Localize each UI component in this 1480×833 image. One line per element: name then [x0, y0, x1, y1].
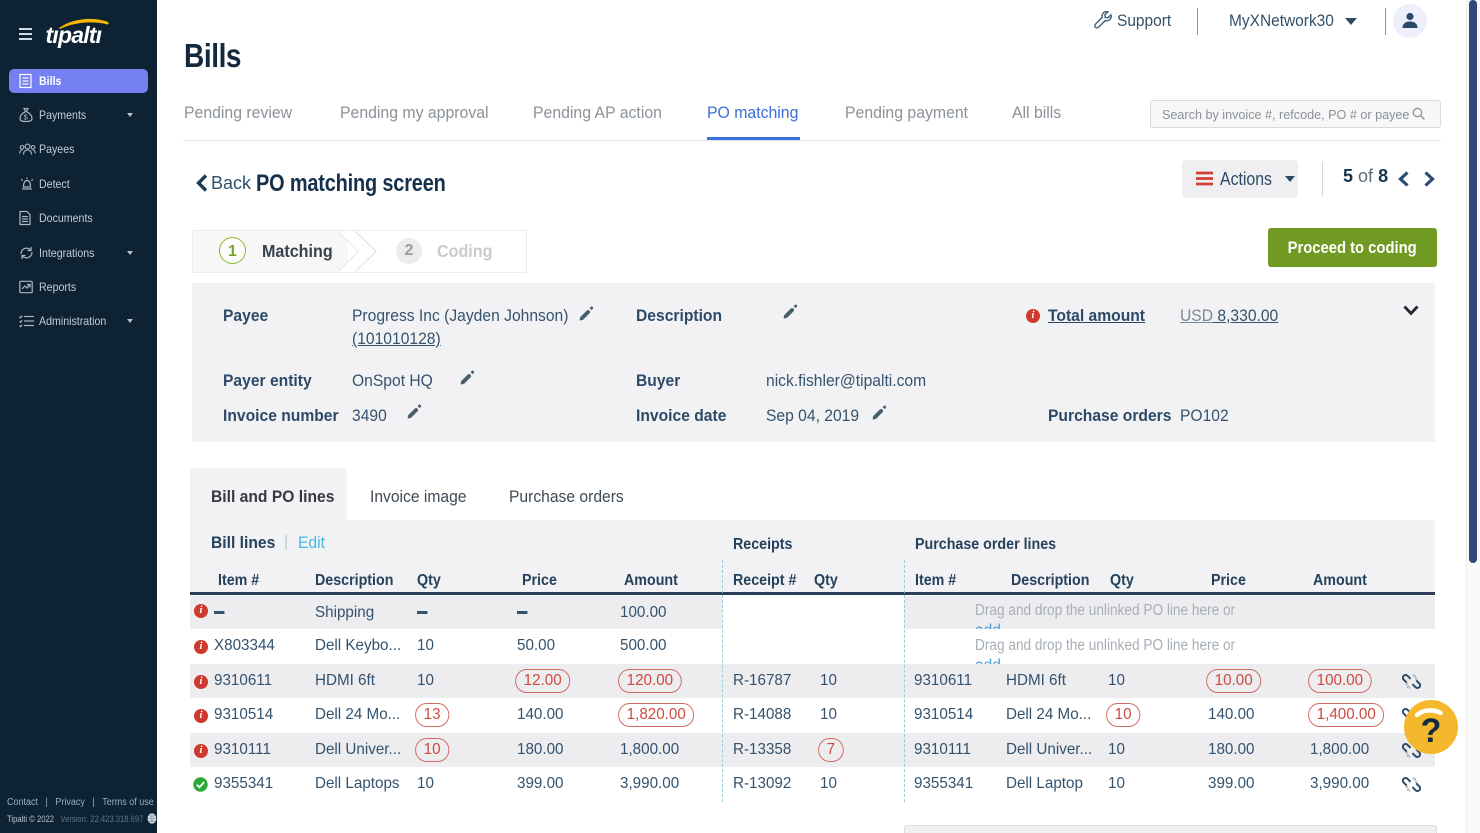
svg-text:$: $ [24, 113, 29, 122]
svg-text:tıpaltı: tıpaltı [46, 22, 102, 48]
svg-text:?: ? [1421, 712, 1442, 750]
